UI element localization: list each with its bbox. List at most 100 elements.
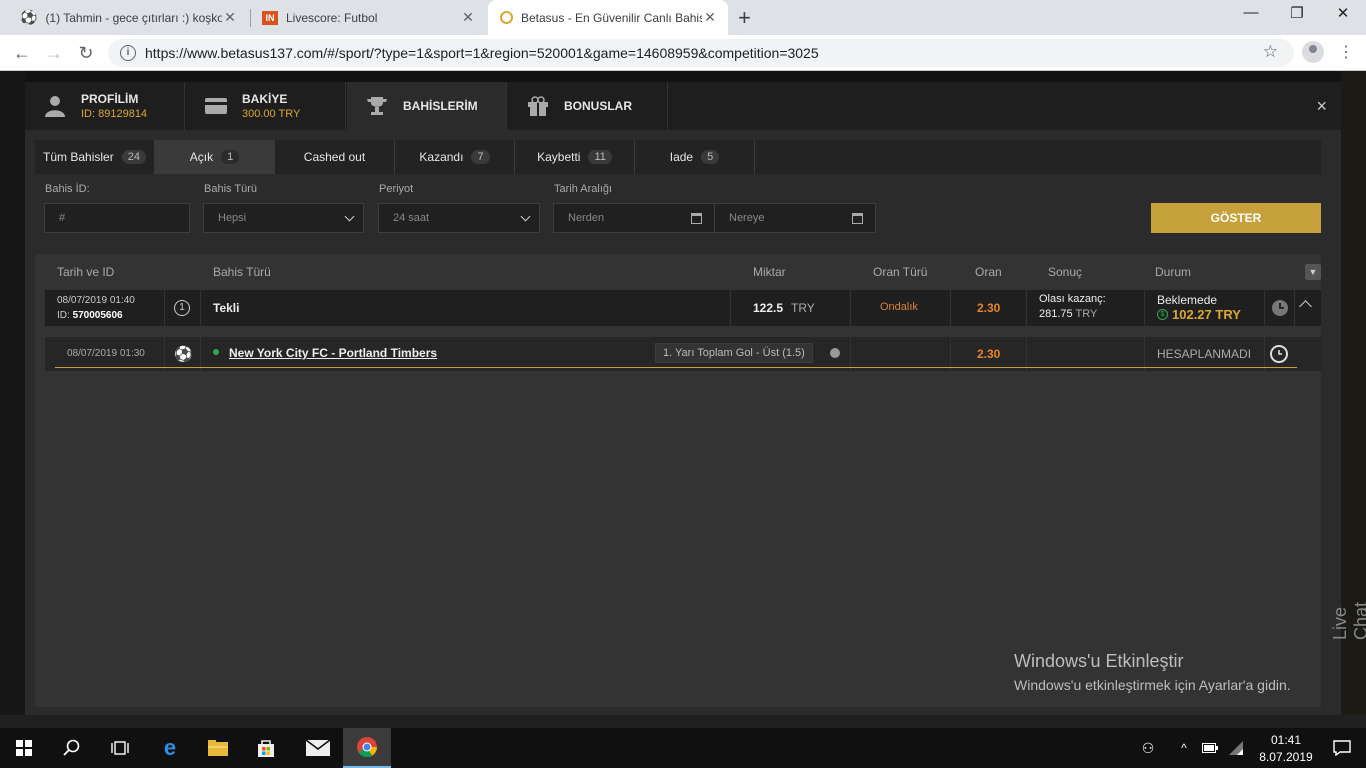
event-status: HESAPLANMADI xyxy=(1157,347,1252,361)
bet-status-filter-tabs: Tüm Bahisler 24 Açık 1 Cashed out Kazand… xyxy=(35,140,1321,174)
tab-title: (1) Tahmin - gece çıtırları :) koşko xyxy=(45,10,222,25)
browser-menu-icon[interactable]: ⋮ xyxy=(1338,42,1354,62)
browser-tab-livescore[interactable]: IN Livescore: Futbol ✕ xyxy=(250,0,486,35)
period-select[interactable]: 24 saat xyxy=(378,203,540,233)
filter-lost[interactable]: Kaybetti 11 xyxy=(515,140,635,174)
live-chat-tab[interactable]: Live Chat xyxy=(1330,602,1366,640)
chevron-up-icon[interactable]: ^ xyxy=(1172,728,1196,768)
user-icon xyxy=(41,95,69,117)
date-to-placeholder: Nereye xyxy=(729,212,765,224)
list-item: 08/07/2019 01:30 ⚽ New York City FC - Po… xyxy=(45,337,1321,371)
forward-arrow-icon[interactable]: → xyxy=(42,41,66,65)
col-odds: Oran xyxy=(975,265,1002,279)
chevron-up-icon[interactable] xyxy=(1299,300,1312,313)
bet-id-input[interactable]: # xyxy=(44,203,190,233)
cashout-line[interactable]: $ 102.27 TRY xyxy=(1157,307,1241,322)
calendar-icon[interactable] xyxy=(852,213,863,224)
tab-label: BAHİSLERİM xyxy=(403,99,478,113)
browser-tab-betasus[interactable]: Betasus - En Güvenilir Canlı Bahis ✕ xyxy=(488,0,728,35)
event-info-cell: New York City FC - Portland Timbers 1. Y… xyxy=(201,337,851,371)
bookmark-star-icon[interactable]: ☆ xyxy=(1263,42,1278,62)
close-tab-icon[interactable]: ✕ xyxy=(222,9,238,26)
notification-icon[interactable] xyxy=(1318,728,1366,768)
windows-start-icon[interactable] xyxy=(0,728,48,768)
cashout-coin-icon: $ xyxy=(1157,309,1168,320)
filter-label: Tüm Bahisler xyxy=(43,150,114,164)
new-tab-plus-icon[interactable]: + xyxy=(738,5,751,31)
filter-label: Kazandı xyxy=(419,150,464,164)
people-icon[interactable]: ⚇ xyxy=(1128,728,1168,768)
empty-cell xyxy=(851,337,951,371)
single-bet-icon: 1 xyxy=(174,300,190,316)
tab-profile[interactable]: PROFİLİM ID: 89129814 xyxy=(25,82,185,130)
modal-close-icon[interactable]: × xyxy=(1316,96,1327,117)
potential-win-label: Olası kazanç: xyxy=(1039,293,1106,305)
potential-win-currency: TRY xyxy=(1075,308,1098,320)
close-window-icon[interactable]: ✕ xyxy=(1320,4,1366,30)
col-result: Sonuç xyxy=(1048,265,1083,279)
amount-cell: 122.5 TRY xyxy=(731,290,851,326)
back-arrow-icon[interactable]: ← xyxy=(10,41,34,65)
filter-count: 11 xyxy=(588,150,612,164)
filter-label: Açık xyxy=(189,150,214,164)
browser-tab-bar: ⚽ (1) Tahmin - gece çıtırları :) koşko ✕… xyxy=(0,0,1366,35)
bet-id: 570005606 xyxy=(72,310,123,321)
file-explorer-icon[interactable] xyxy=(194,728,242,768)
task-view-icon[interactable] xyxy=(96,728,144,768)
wifi-icon[interactable] xyxy=(1224,728,1248,768)
date-to-input[interactable]: Nereye xyxy=(714,203,876,233)
store-icon[interactable] xyxy=(242,728,290,768)
close-tab-icon[interactable]: ✕ xyxy=(460,9,476,26)
filter-open[interactable]: Açık 1 xyxy=(155,140,275,174)
col-amount: Miktar xyxy=(753,265,786,279)
filter-cashed-out[interactable]: Cashed out xyxy=(275,140,395,174)
balance-value: 300.00 TRY xyxy=(242,108,301,120)
edge-browser-icon[interactable]: e xyxy=(146,728,194,768)
odds-cell: 2.30 xyxy=(951,290,1027,326)
table-row[interactable]: 08/07/2019 01:40 ID: 570005606 1 Tekli 1… xyxy=(45,290,1321,326)
date-from-input[interactable]: Nerden xyxy=(553,203,715,233)
close-tab-icon[interactable]: ✕ xyxy=(702,9,718,26)
address-bar[interactable]: i https://www.betasus137.com/#/sport/?ty… xyxy=(108,39,1294,67)
show-button[interactable]: GÖSTER xyxy=(1151,203,1321,233)
match-link[interactable]: New York City FC - Portland Timbers xyxy=(229,346,437,360)
bet-type-select[interactable]: Hepsi xyxy=(203,203,364,233)
filter-refund[interactable]: Iade 5 xyxy=(635,140,755,174)
tab-my-bets[interactable]: BAHİSLERİM xyxy=(347,82,507,130)
filter-label: Kaybetti xyxy=(537,150,581,164)
clock-icon[interactable] xyxy=(1270,345,1288,363)
filter-count: 1 xyxy=(221,150,240,164)
calendar-icon[interactable] xyxy=(691,213,702,224)
event-status-cell: HESAPLANMADI xyxy=(1145,337,1265,371)
reload-icon[interactable]: ↻ xyxy=(74,41,98,65)
odds-type: Ondalık xyxy=(880,301,918,313)
filter-won[interactable]: Kazandı 7 xyxy=(395,140,515,174)
battery-icon[interactable] xyxy=(1198,728,1222,768)
date-range-label: Tarih Aralığı xyxy=(554,183,613,195)
browser-tab-tahmin[interactable]: ⚽ (1) Tahmin - gece çıtırları :) koşko ✕ xyxy=(8,0,248,35)
collapse-all-icon[interactable]: ▼ xyxy=(1305,264,1321,280)
minimize-icon[interactable]: — xyxy=(1228,4,1274,30)
tab-balance[interactable]: BAKİYE 300.00 TRY xyxy=(186,82,346,130)
amount-currency: TRY xyxy=(791,301,815,315)
info-icon[interactable] xyxy=(830,348,840,358)
profile-avatar-icon[interactable] xyxy=(1302,41,1324,63)
clock-icon[interactable] xyxy=(1272,300,1288,316)
tab-bonuses[interactable]: BONUSLAR xyxy=(508,82,668,130)
col-date-id: Tarih ve ID xyxy=(57,265,115,279)
search-icon[interactable] xyxy=(48,728,96,768)
bet-date: 08/07/2019 01:40 xyxy=(57,295,135,306)
bet-id-line: ID: 570005606 xyxy=(57,310,123,321)
site-info-icon[interactable]: i xyxy=(120,45,136,61)
filter-label: Cashed out xyxy=(303,150,366,164)
maximize-icon[interactable]: ❐ xyxy=(1274,4,1320,30)
my-bets-modal: PROFİLİM ID: 89129814 BAKİYE 300.00 TRY … xyxy=(25,82,1341,715)
taskbar-date[interactable]: 8.07.2019 xyxy=(1254,750,1318,764)
col-odds-type: Oran Türü xyxy=(873,265,928,279)
chrome-icon[interactable] xyxy=(343,728,391,768)
mail-icon[interactable] xyxy=(294,728,342,768)
taskbar-time[interactable]: 01:41 xyxy=(1260,733,1312,747)
filter-all-bets[interactable]: Tüm Bahisler 24 xyxy=(35,140,155,174)
history-cell xyxy=(1265,290,1295,326)
bet-type-label: Bahis Türü xyxy=(204,183,257,195)
